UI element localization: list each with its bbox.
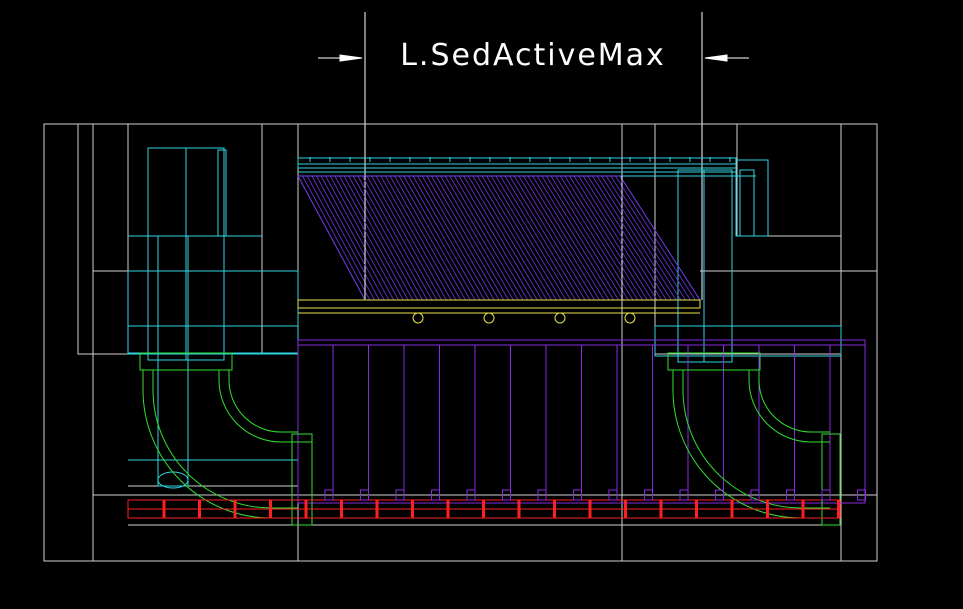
hatch-line (417, 175, 490, 301)
arrow-right-icon (704, 54, 728, 62)
hatch-line (532, 175, 610, 301)
hatch-line (518, 175, 596, 301)
green-ducts (139, 352, 841, 526)
hatch-line (536, 175, 615, 301)
hatch-line (380, 175, 452, 301)
roller-icon (483, 312, 495, 324)
hatch-line (541, 175, 619, 301)
hatch-line (403, 175, 476, 301)
hatch-line (546, 175, 624, 301)
hatch-line (385, 175, 457, 301)
dimension-lines (318, 12, 749, 300)
hatch-lines (297, 175, 701, 301)
hatch-line (550, 175, 629, 301)
hatch-line (596, 175, 677, 301)
roller-icon (412, 312, 424, 324)
bin-dividers (332, 345, 831, 490)
hatch-line (564, 175, 643, 301)
hatch-line (371, 175, 442, 301)
hatch-line (408, 175, 481, 301)
hatch-line (509, 175, 586, 301)
hatch-line (569, 175, 648, 301)
cad-drawing (43, 12, 878, 562)
hatch-line (357, 175, 428, 301)
hatch-line (513, 175, 591, 301)
hatch-line (375, 175, 447, 301)
hatch-line (458, 175, 533, 301)
hatch-line (523, 175, 600, 301)
hatch-line (527, 175, 605, 301)
hatch-line (394, 175, 466, 301)
hatch-line (421, 175, 495, 301)
yellow-rails (297, 299, 701, 324)
hatch-line (366, 175, 438, 301)
hatch-line (463, 175, 538, 301)
hatch-line (559, 175, 639, 301)
hatch-line (472, 175, 548, 301)
hatch-line (412, 175, 485, 301)
hatch-line (398, 175, 471, 301)
hatch-line (467, 175, 543, 301)
roller-icon (554, 312, 566, 324)
arrow-left-icon (339, 54, 363, 62)
sediment-hatch (297, 175, 701, 301)
hatch-line (555, 175, 634, 301)
hatch-line (389, 175, 462, 301)
hatch-line (362, 175, 433, 301)
roller-icon (624, 312, 636, 324)
outer-frame (43, 123, 878, 562)
